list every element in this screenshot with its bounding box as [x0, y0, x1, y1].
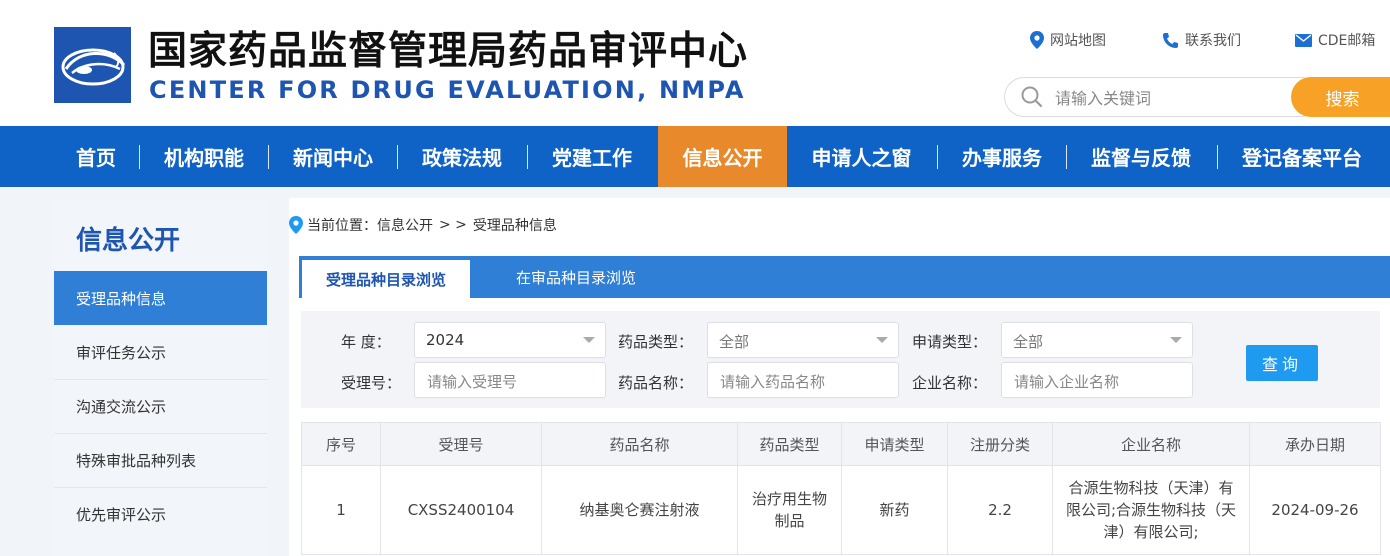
- phone-icon: [1163, 32, 1178, 48]
- cell-index: 1: [301, 465, 381, 555]
- company-name-input[interactable]: [1012, 370, 1186, 394]
- nav-item-registration[interactable]: 登记备案平台: [1224, 126, 1380, 187]
- cell-accept-no: CXSS2400104: [380, 465, 542, 555]
- chevron-down-icon: [1170, 337, 1182, 343]
- year-select[interactable]: 2024: [414, 322, 606, 358]
- nav-divider: [139, 145, 140, 169]
- chevron-down-icon: [876, 337, 888, 343]
- application-type-select[interactable]: 全部: [1001, 322, 1193, 358]
- application-type-label: 申请类型：: [912, 333, 988, 351]
- cell-drug-name: 纳基奥仑赛注射液: [541, 465, 738, 555]
- nav-item-home[interactable]: 首页: [59, 126, 133, 187]
- table-header-row: 序号 受理号 药品名称 药品类型 申请类型 注册分类 企业名称 承办日期: [301, 422, 1381, 466]
- breadcrumb-label: 当前位置：: [307, 218, 377, 234]
- cell-drug-type: 治疗用生物制品: [737, 465, 842, 555]
- nav-divider: [937, 145, 938, 169]
- sidebar: 信息公开 受理品种信息 审评任务公示 沟通交流公示 特殊审批品种列表 优先审评公…: [54, 198, 267, 556]
- accept-no-input[interactable]: [425, 370, 599, 394]
- sidebar-item-review-tasks[interactable]: 审评任务公示: [54, 325, 267, 379]
- cde-logo[interactable]: [54, 27, 131, 103]
- nav-item-info-disclosure[interactable]: 信息公开: [658, 126, 787, 187]
- breadcrumb-separator: > >: [439, 217, 467, 233]
- main-nav: 首页 机构职能 新闻中心 政策法规 党建工作 信息公开 申请人之窗 办事服务 监…: [0, 126, 1390, 187]
- cell-registration-class: 2.2: [947, 465, 1053, 555]
- nav-item-functions[interactable]: 机构职能: [146, 126, 262, 187]
- search-box: [1004, 77, 1305, 117]
- nav-divider: [268, 145, 269, 169]
- cell-date: 2024-09-26: [1249, 465, 1381, 555]
- company-name-label: 企业名称：: [912, 374, 988, 392]
- contact-link[interactable]: 联系我们: [1162, 30, 1241, 50]
- mail-icon: [1295, 33, 1312, 47]
- sidebar-item-priority-review[interactable]: 优先审评公示: [54, 487, 267, 541]
- column-header-application-type: 申请类型: [841, 422, 948, 466]
- nav-item-supervision[interactable]: 监督与反馈: [1073, 126, 1209, 187]
- application-type-select-value: 全部: [1013, 333, 1044, 351]
- nav-divider: [1066, 145, 1067, 169]
- drug-name-label: 药品名称：: [618, 374, 694, 392]
- nav-item-party[interactable]: 党建工作: [534, 126, 650, 187]
- nav-divider: [527, 145, 528, 169]
- nav-item-policy[interactable]: 政策法规: [404, 126, 520, 187]
- breadcrumb-current: 受理品种信息: [472, 218, 557, 234]
- logo-emblem-icon: [61, 48, 126, 86]
- site-title-chinese: 国家药品监督管理局药品审评中心: [148, 29, 749, 74]
- column-header-drug-name: 药品名称: [541, 422, 738, 466]
- tab-bar: 受理品种目录浏览 在审品种目录浏览: [299, 256, 1390, 298]
- tab-accepted-catalog[interactable]: 受理品种目录浏览: [302, 260, 470, 298]
- breadcrumb: 当前位置： 信息公开 > > 受理品种信息: [289, 214, 563, 236]
- search-icon: [1021, 86, 1043, 108]
- drug-type-select[interactable]: 全部: [707, 322, 899, 358]
- nav-divider: [397, 145, 398, 169]
- company-name-field: [1001, 362, 1193, 398]
- location-pin-icon: [289, 216, 303, 234]
- site-search: 搜索: [1004, 77, 1390, 117]
- main-content: 当前位置： 信息公开 > > 受理品种信息 受理品种目录浏览 在审品种目录浏览 …: [289, 198, 1390, 556]
- sidebar-item-accepted-drugs[interactable]: 受理品种信息: [54, 271, 267, 325]
- sidebar-item-special-approval[interactable]: 特殊审批品种列表: [54, 433, 267, 487]
- nav-divider: [1217, 145, 1218, 169]
- table-row[interactable]: 1 CXSS2400104 纳基奥仑赛注射液 治疗用生物制品 新药 2.2 合源…: [301, 465, 1381, 555]
- breadcrumb-section-link[interactable]: 信息公开: [377, 215, 433, 235]
- accept-no-field: [414, 362, 606, 398]
- sitemap-link[interactable]: 网站地图: [1030, 30, 1106, 50]
- nav-item-services[interactable]: 办事服务: [944, 126, 1060, 187]
- search-input[interactable]: [1053, 85, 1297, 111]
- accept-no-label: 受理号：: [341, 374, 402, 392]
- drug-type-select-value: 全部: [719, 333, 750, 351]
- sidebar-item-communication[interactable]: 沟通交流公示: [54, 379, 267, 433]
- column-header-company: 企业名称: [1052, 422, 1250, 466]
- column-header-date: 承办日期: [1249, 422, 1381, 466]
- cell-application-type: 新药: [841, 465, 948, 555]
- drug-name-input[interactable]: [718, 370, 892, 394]
- sidebar-title: 信息公开: [76, 226, 181, 256]
- cde-mail-link[interactable]: CDE邮箱: [1295, 30, 1375, 50]
- search-button[interactable]: 搜索: [1291, 77, 1390, 117]
- site-header: 国家药品监督管理局药品审评中心 CENTER FOR DRUG EVALUATI…: [0, 0, 1390, 126]
- drug-name-field: [707, 362, 899, 398]
- filter-panel: 年 度： 2024 药品类型： 全部 申请类型： 全部 受理号： 药品名称： 企…: [301, 311, 1380, 408]
- column-header-registration-class: 注册分类: [947, 422, 1053, 466]
- column-header-index: 序号: [301, 422, 381, 466]
- year-label: 年 度：: [341, 333, 391, 351]
- query-button[interactable]: 查询: [1246, 345, 1318, 381]
- chevron-down-icon: [583, 337, 595, 343]
- nav-item-news[interactable]: 新闻中心: [275, 126, 391, 187]
- nav-item-applicant[interactable]: 申请人之窗: [794, 126, 929, 187]
- accepted-drugs-table: 序号 受理号 药品名称 药品类型 申请类型 注册分类 企业名称 承办日期 1 C…: [301, 422, 1381, 555]
- cell-company: 合源生物科技（天津）有限公司;合源生物科技（天津）有限公司;: [1052, 465, 1250, 555]
- tab-under-review-catalog[interactable]: 在审品种目录浏览: [492, 256, 660, 298]
- column-header-accept-no: 受理号: [380, 422, 542, 466]
- site-title-english: CENTER FOR DRUG EVALUATION, NMPA: [149, 76, 746, 104]
- drug-type-label: 药品类型：: [618, 333, 694, 351]
- column-header-drug-type: 药品类型: [737, 422, 842, 466]
- year-select-value: 2024: [426, 331, 465, 349]
- location-pin-icon: [1030, 31, 1044, 49]
